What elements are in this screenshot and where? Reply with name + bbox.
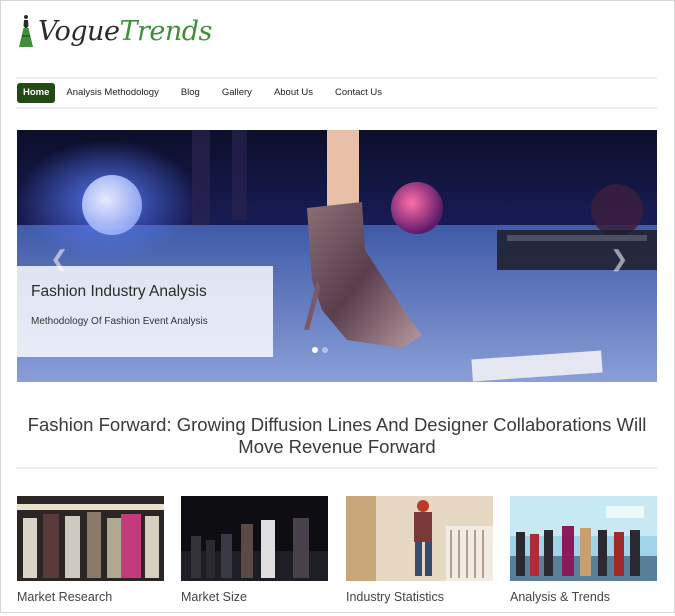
nav-blog[interactable]: Blog xyxy=(170,83,211,103)
chevron-left-icon[interactable]: ❮ xyxy=(50,248,68,270)
slide-title: Fashion Industry Analysis xyxy=(31,283,207,300)
dress-icon xyxy=(19,15,33,47)
logo-text: VogueTrends xyxy=(38,18,212,45)
main-nav: Home Analysis Methodology Blog Gallery A… xyxy=(16,77,657,109)
thumbnail-market-research[interactable]: Market Research xyxy=(17,496,164,604)
hero-slider[interactable]: Fashion Industry Analysis Methodology Of… xyxy=(17,130,657,382)
nav-analysis-methodology[interactable]: Analysis Methodology xyxy=(55,83,169,103)
page-headline: Fashion Forward: Growing Diffusion Lines… xyxy=(27,414,647,458)
thumbnail-image-street-model xyxy=(346,496,493,581)
nav-contact-us[interactable]: Contact Us xyxy=(324,83,393,103)
thumbnail-row: Market Research Market Size Industry Sta… xyxy=(17,496,658,616)
thumbnail-market-size[interactable]: Market Size xyxy=(181,496,328,604)
logo-word-trends: Trends xyxy=(119,15,212,47)
thumbnail-label: Industry Statistics xyxy=(346,590,444,604)
slider-dot-2[interactable] xyxy=(322,347,328,353)
chevron-right-icon[interactable]: ❯ xyxy=(610,248,628,270)
site-logo[interactable]: VogueTrends xyxy=(18,14,212,48)
thumbnail-label: Market Size xyxy=(181,590,247,604)
thumbnail-industry-statistics[interactable]: Industry Statistics xyxy=(346,496,493,604)
slide-subtitle: Methodology Of Fashion Event Analysis xyxy=(31,316,208,327)
slider-dot-1[interactable] xyxy=(312,347,318,353)
divider xyxy=(16,467,657,469)
thumbnail-label: Analysis & Trends xyxy=(510,590,611,604)
thumbnail-analysis-trends[interactable]: Analysis & Trends xyxy=(510,496,657,604)
thumbnail-image-paragon-event xyxy=(510,496,657,581)
thumbnail-label: Market Research xyxy=(17,590,113,604)
logo-word-vogue: Vogue xyxy=(38,15,120,47)
nav-about-us[interactable]: About Us xyxy=(263,83,324,103)
thumbnail-image-store-mannequins xyxy=(17,496,164,581)
thumbnail-image-runway xyxy=(181,496,328,581)
nav-gallery[interactable]: Gallery xyxy=(211,83,263,103)
slide-caption: Fashion Industry Analysis Methodology Of… xyxy=(17,266,273,357)
nav-home[interactable]: Home xyxy=(17,83,56,103)
slider-pagination xyxy=(312,347,328,353)
